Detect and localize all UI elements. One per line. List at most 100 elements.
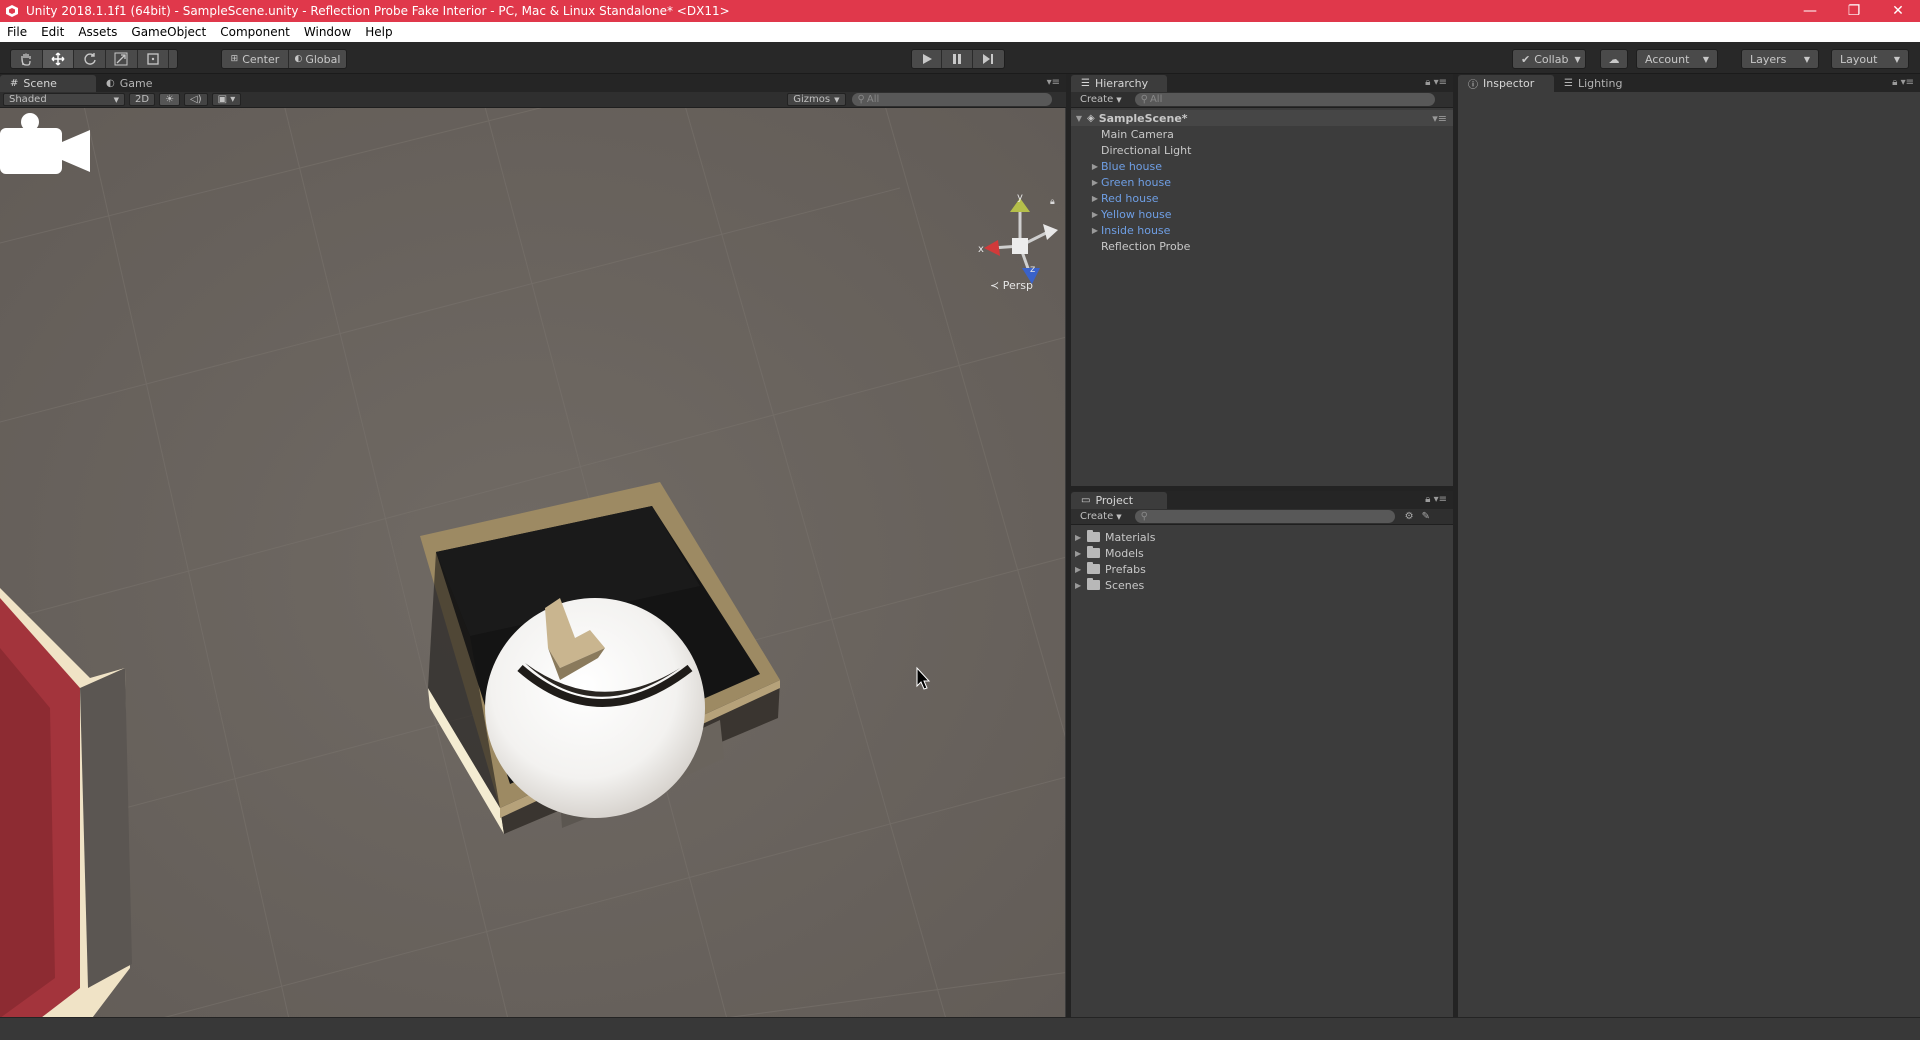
hierarchy-item-blue-house[interactable]: ▶ Blue house	[1071, 158, 1453, 174]
pivot-group: ⊞ Center ◐ Global	[221, 49, 347, 69]
hierarchy-item-reflection-probe[interactable]: Reflection Probe	[1071, 238, 1453, 254]
gizmos-label: Gizmos	[793, 94, 831, 105]
hierarchy-item-red-house[interactable]: ▶ Red house	[1071, 190, 1453, 206]
filter-by-type-icon[interactable]: ⚙	[1405, 511, 1414, 522]
layers-dropdown[interactable]: Layers ▼	[1741, 49, 1819, 69]
expand-arrow-icon[interactable]: ▼	[1073, 114, 1085, 123]
rect-tool-icon[interactable]	[138, 50, 170, 68]
folder-icon	[1087, 546, 1100, 558]
pivot-rotation-button[interactable]: ◐ Global	[289, 50, 346, 68]
project-folder-models[interactable]: ▶ Models	[1071, 545, 1453, 561]
tab-hierarchy-label: Hierarchy	[1094, 77, 1149, 90]
move-tool-icon[interactable]	[42, 50, 75, 68]
panel-menu-icon[interactable]: 🔒︎ ▾≡	[1425, 77, 1447, 88]
scene-panel: # Scene ◐ Game ▾≡ Shaded ▼ 2D ☀ ◁) ▣ ▾ G…	[0, 74, 1066, 1034]
chevron-down-icon: ▼	[1702, 54, 1709, 64]
chevron-down-icon: ▼	[834, 95, 840, 104]
project-tabbar: ▭ Project 🔒︎ ▾≡	[1071, 491, 1453, 509]
project-folder-scenes[interactable]: ▶ Scenes	[1071, 577, 1453, 593]
menu-component[interactable]: Component	[213, 25, 297, 39]
shading-mode-dropdown[interactable]: Shaded ▼	[3, 93, 125, 106]
scene-viewport[interactable]: y x z 🔒︎ ≺ Persp	[0, 108, 1065, 1034]
menu-window[interactable]: Window	[297, 25, 358, 39]
effects-toggle-icon[interactable]: ▣ ▾	[211, 93, 242, 106]
gizmo-lock-icon[interactable]: 🔒︎	[1050, 197, 1055, 207]
account-dropdown[interactable]: Account ▼	[1636, 49, 1718, 69]
collab-button[interactable]: ✔ Collab ▼	[1512, 49, 1586, 69]
expand-arrow-icon[interactable]: ▶	[1089, 178, 1101, 187]
hierarchy-item-directional-light[interactable]: Directional Light	[1071, 142, 1453, 158]
hand-tool-icon[interactable]	[11, 50, 43, 68]
mode-2d-toggle[interactable]: 2D	[129, 93, 156, 106]
pause-icon[interactable]	[942, 50, 973, 68]
layout-label: Layout	[1840, 52, 1878, 66]
grid-icon: #	[10, 78, 19, 89]
expand-arrow-icon[interactable]: ▶	[1075, 581, 1087, 590]
chevron-down-icon: ▼	[1116, 95, 1122, 104]
expand-arrow-icon[interactable]: ▶	[1089, 210, 1101, 219]
scene-root-row[interactable]: ▼ ◈ SampleScene* ▾≡	[1071, 110, 1453, 126]
project-folder-materials[interactable]: ▶ Materials	[1071, 529, 1453, 545]
hierarchy-item-yellow-house[interactable]: ▶ Yellow house	[1071, 206, 1453, 222]
tab-hierarchy[interactable]: ☰ Hierarchy	[1071, 75, 1167, 92]
close-button[interactable]: ✕	[1876, 0, 1920, 22]
expand-arrow-icon[interactable]: ▶	[1089, 162, 1101, 171]
filter-by-label-icon[interactable]: ✎	[1422, 511, 1430, 522]
layout-dropdown[interactable]: Layout ▼	[1831, 49, 1909, 69]
panel-menu-icon[interactable]: 🔒︎ ▾≡	[1892, 77, 1914, 88]
panel-menu-icon[interactable]: 🔒︎ ▾≡	[1425, 494, 1447, 505]
transform-tool-icon[interactable]	[169, 50, 177, 68]
hierarchy-create-label: Create	[1080, 94, 1114, 105]
expand-arrow-icon[interactable]: ▶	[1075, 533, 1087, 542]
cloud-icon: ☁	[1608, 52, 1620, 66]
expand-arrow-icon[interactable]: ▶	[1075, 549, 1087, 558]
lighting-toggle-icon[interactable]: ☀	[159, 93, 181, 106]
hierarchy-item-green-house[interactable]: ▶ Green house	[1071, 174, 1453, 190]
unity-scene-icon: ◈	[1087, 112, 1095, 124]
hierarchy-create-button[interactable]: Create ▼	[1075, 93, 1127, 106]
title-bar: Unity 2018.1.1f1 (64bit) - SampleScene.u…	[0, 0, 1920, 22]
project-search-input[interactable]: ⚲	[1134, 510, 1395, 523]
menu-gameobject[interactable]: GameObject	[124, 25, 213, 39]
gizmos-dropdown[interactable]: Gizmos ▼	[787, 93, 846, 106]
hierarchy-item-label: Directional Light	[1101, 143, 1192, 157]
hierarchy-search-placeholder: All	[1149, 94, 1163, 105]
tab-lighting[interactable]: ☰ Lighting	[1554, 75, 1632, 92]
main-toolbar: ⊞ Center ◐ Global ✔ Collab ▼ ☁ Account ▼…	[0, 42, 1920, 74]
menu-file[interactable]: File	[0, 25, 34, 39]
menu-edit[interactable]: Edit	[34, 25, 71, 39]
folder-icon	[1087, 578, 1100, 590]
project-folder-prefabs[interactable]: ▶ Prefabs	[1071, 561, 1453, 577]
expand-arrow-icon[interactable]: ▶	[1075, 565, 1087, 574]
tab-inspector[interactable]: ⓘ Inspector	[1458, 75, 1554, 92]
project-create-button[interactable]: Create ▼	[1075, 510, 1127, 523]
hierarchy-item-main-camera[interactable]: Main Camera	[1071, 126, 1453, 142]
scale-tool-icon[interactable]	[106, 50, 138, 68]
panel-menu-icon[interactable]: ▾≡	[1047, 77, 1060, 88]
tab-scene-label: Scene	[23, 77, 57, 90]
rotate-tool-icon[interactable]	[74, 50, 106, 68]
projection-label[interactable]: ≺ Persp	[990, 279, 1033, 292]
scene-name: SampleScene*	[1098, 111, 1188, 125]
step-icon[interactable]	[973, 50, 1004, 68]
hierarchy-item-label: Yellow house	[1101, 207, 1172, 221]
scene-menu-icon[interactable]: ▾≡	[1432, 112, 1447, 125]
tab-game[interactable]: ◐ Game	[96, 75, 162, 92]
expand-arrow-icon[interactable]: ▶	[1089, 194, 1101, 203]
hierarchy-search-input[interactable]: ⚲ All	[1134, 93, 1435, 106]
pivot-mode-button[interactable]: ⊞ Center	[222, 50, 289, 68]
play-icon[interactable]	[912, 50, 943, 68]
minimize-button[interactable]: —	[1788, 0, 1832, 22]
hierarchy-item-inside-house[interactable]: ▶ Inside house	[1071, 222, 1453, 238]
audio-toggle-icon[interactable]: ◁)	[184, 93, 208, 106]
tab-scene[interactable]: # Scene	[0, 75, 96, 92]
transform-tools	[10, 49, 178, 69]
shading-mode-label: Shaded	[9, 94, 47, 105]
menu-assets[interactable]: Assets	[71, 25, 124, 39]
menu-help[interactable]: Help	[358, 25, 399, 39]
expand-arrow-icon[interactable]: ▶	[1089, 226, 1101, 235]
scene-search-input[interactable]: ⚲ All	[851, 93, 1052, 106]
cloud-button[interactable]: ☁	[1600, 49, 1628, 69]
restore-button[interactable]: ❐	[1832, 0, 1876, 22]
tab-project[interactable]: ▭ Project	[1071, 492, 1167, 509]
